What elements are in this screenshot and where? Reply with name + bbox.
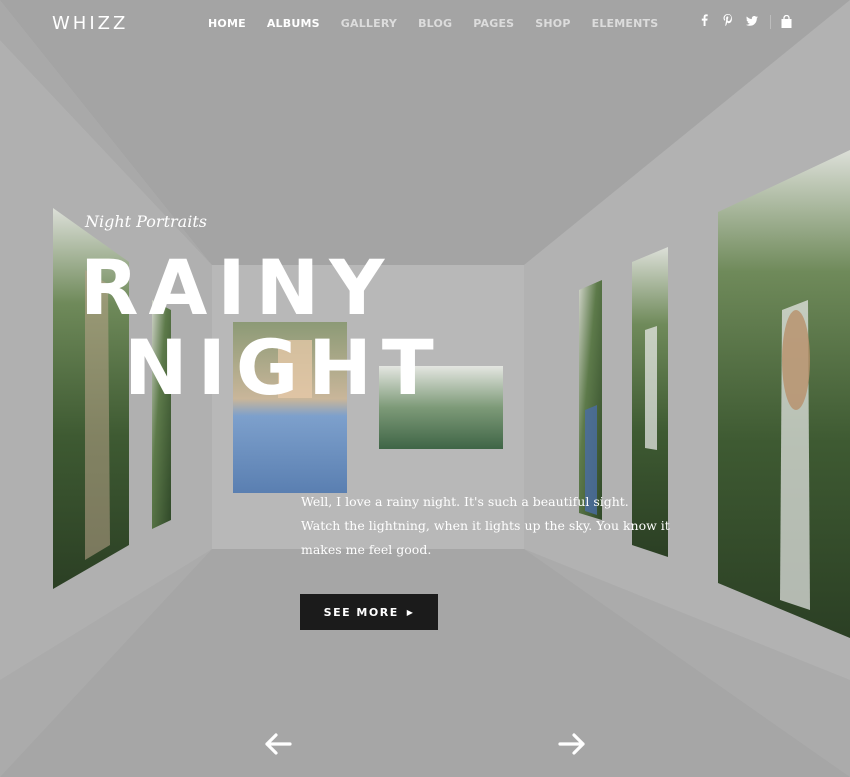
wall-photo-right-large-hair: [782, 310, 810, 410]
hero-subtitle: Night Portraits: [85, 212, 207, 231]
social-links: [698, 14, 792, 29]
facebook-icon[interactable]: [698, 14, 710, 29]
nav-item-pages[interactable]: PAGES: [473, 17, 514, 30]
prev-slide-button[interactable]: [263, 730, 293, 758]
twitter-icon[interactable]: [746, 15, 758, 29]
arrow-left-icon: [265, 733, 292, 755]
wall-photo-right-medium-figure: [645, 326, 657, 450]
site-logo[interactable]: WHIZZ: [52, 13, 128, 34]
caret-right-icon: ▶: [406, 607, 415, 617]
shopping-bag-icon[interactable]: [781, 14, 792, 28]
hero-title-line-1: RAINY: [80, 243, 395, 332]
nav-item-gallery[interactable]: GALLERY: [341, 17, 397, 30]
header-divider: [770, 14, 771, 29]
main-nav: HOME ALBUMS GALLERY BLOG PAGES SHOP ELEM…: [208, 17, 679, 30]
pinterest-icon[interactable]: [722, 14, 734, 29]
nav-item-elements[interactable]: ELEMENTS: [592, 17, 659, 30]
arrow-right-icon: [558, 733, 585, 755]
nav-item-home[interactable]: HOME: [208, 17, 246, 30]
nav-item-blog[interactable]: BLOG: [418, 17, 452, 30]
next-slide-button[interactable]: [557, 730, 587, 758]
nav-item-shop[interactable]: SHOP: [535, 17, 570, 30]
see-more-label: SEE MORE: [323, 605, 399, 619]
site-header: WHIZZ HOME ALBUMS GALLERY BLOG PAGES SHO…: [0, 0, 850, 48]
hero-description: Well, I love a rainy night. It's such a …: [301, 494, 670, 557]
nav-item-albums[interactable]: ALBUMS: [267, 17, 320, 30]
see-more-button[interactable]: SEE MORE ▶: [300, 594, 438, 630]
hero-title-line-2: NIGHT: [124, 323, 444, 412]
